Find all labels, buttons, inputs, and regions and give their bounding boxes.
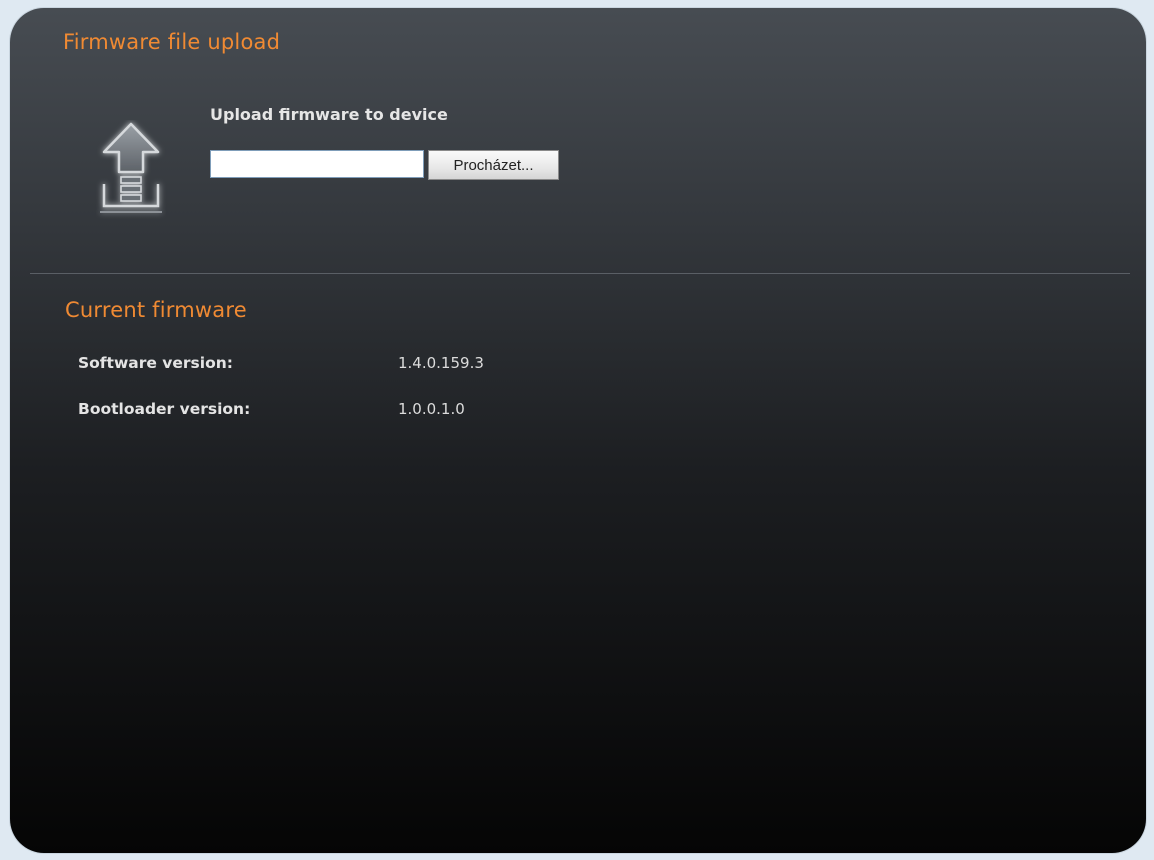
bootloader-version-value: 1.0.0.1.0 <box>398 400 465 418</box>
browse-button[interactable]: Procházet... <box>428 150 559 180</box>
firmware-upload-title: Firmware file upload <box>63 30 281 54</box>
firmware-file-input[interactable] <box>210 150 424 178</box>
section-divider <box>30 273 1130 274</box>
upload-arrow-icon <box>96 120 166 230</box>
current-firmware-title: Current firmware <box>65 298 247 322</box>
software-version-label: Software version: <box>78 354 233 372</box>
software-version-value: 1.4.0.159.3 <box>398 354 484 372</box>
firmware-panel: Firmware file upload Upload firmware to … <box>10 8 1146 853</box>
bootloader-version-label: Bootloader version: <box>78 400 251 418</box>
upload-firmware-label: Upload firmware to device <box>210 105 448 124</box>
